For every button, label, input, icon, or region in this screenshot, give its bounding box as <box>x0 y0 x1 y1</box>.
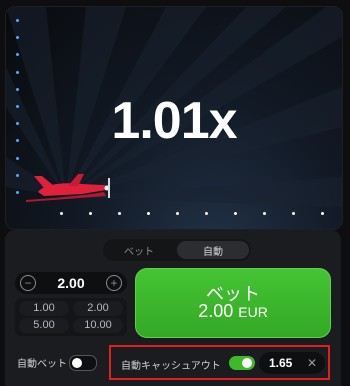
toggle-knob <box>72 358 82 368</box>
tab-auto[interactable]: 自動 <box>177 241 249 259</box>
bet-currency: EUR <box>238 304 268 320</box>
stake-stepper: − 2.00 + <box>15 272 127 294</box>
auto-cashout-section: 自動キャッシュアウト 1.65 ✕ <box>109 345 330 380</box>
quick-amount-1[interactable]: 1.00 <box>19 301 69 316</box>
increase-stake-button[interactable]: + <box>106 275 122 291</box>
tab-bet[interactable]: ベット <box>103 239 175 261</box>
quick-amounts: 1.00 2.00 5.00 10.00 <box>15 298 127 336</box>
close-icon[interactable]: ✕ <box>307 356 317 370</box>
auto-cashout-input[interactable]: 1.65 ✕ <box>259 352 325 374</box>
game-canvas: 1.01x <box>5 6 343 230</box>
bet-button[interactable]: ベット 2.00 EUR <box>135 268 331 338</box>
multiplier-display: 1.01x <box>111 92 237 150</box>
auto-cashout-value[interactable]: 1.65 <box>269 356 292 370</box>
auto-bet-label: 自動ベット <box>17 359 67 370</box>
bet-panel: ベット 自動 − 2.00 + 1.00 2.00 5.00 10.00 ベット… <box>5 230 341 386</box>
auto-cashout-toggle[interactable] <box>229 356 255 370</box>
quick-amount-5[interactable]: 5.00 <box>19 318 69 333</box>
quick-amount-2[interactable]: 2.00 <box>73 301 123 316</box>
toggle-knob <box>242 358 252 368</box>
mode-tabs: ベット 自動 <box>103 239 251 261</box>
quick-amount-10[interactable]: 10.00 <box>73 318 123 333</box>
bet-amount-value: 2.00 <box>198 301 234 321</box>
bet-button-amount: 2.00 EUR <box>136 301 330 322</box>
auto-bet-toggle[interactable] <box>69 355 97 371</box>
airplane-icon <box>26 174 110 202</box>
x-axis-dots <box>60 212 342 215</box>
auto-cashout-label: 自動キャッシュアウト <box>121 361 221 372</box>
